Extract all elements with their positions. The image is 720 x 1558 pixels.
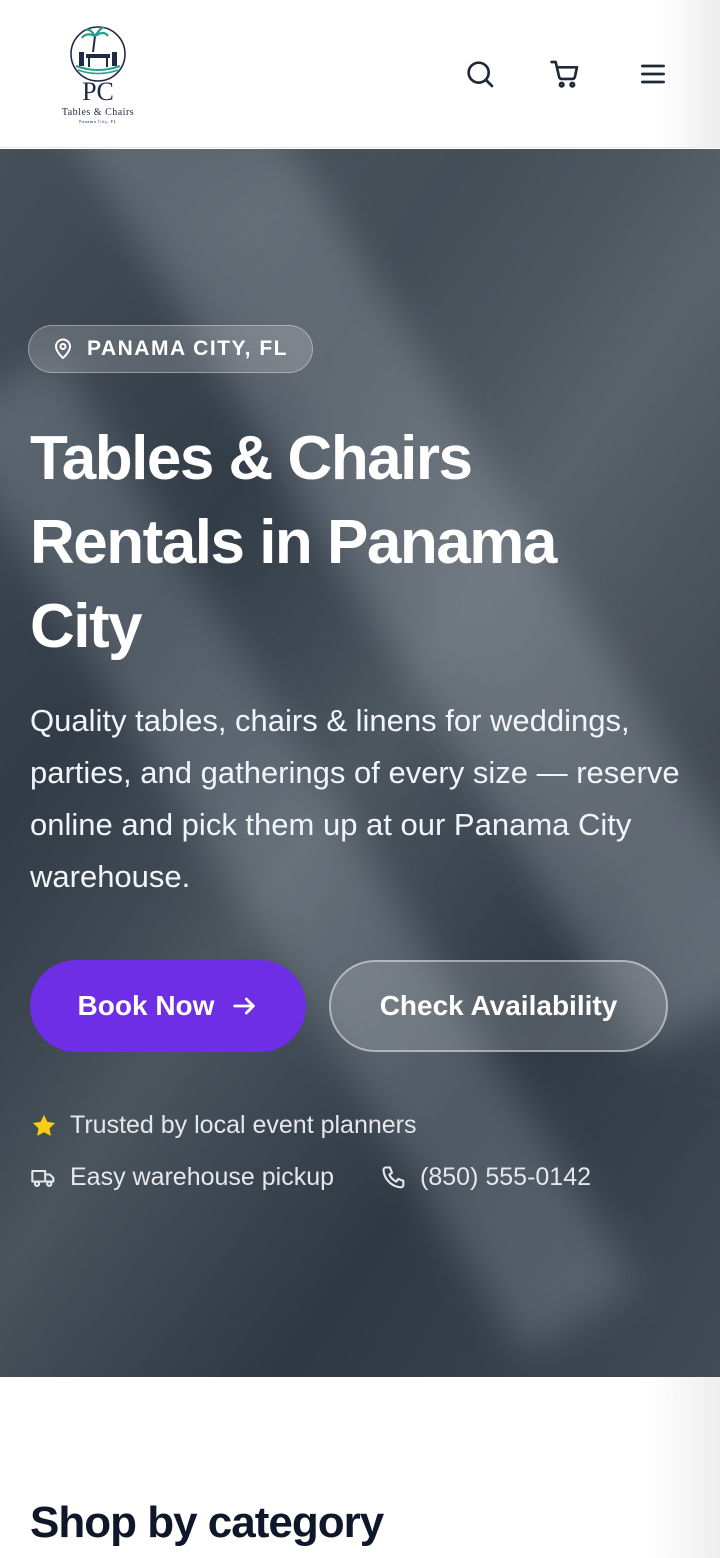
phone-link[interactable]: (850) 555-0142 xyxy=(380,1163,591,1192)
check-availability-button[interactable]: Check Availability xyxy=(329,960,668,1052)
trust-pickup-text: Easy warehouse pickup xyxy=(70,1163,335,1191)
hero-title: Tables & Chairs Rentals in Panama City xyxy=(30,424,557,661)
phone-icon xyxy=(382,1165,405,1188)
search-icon[interactable] xyxy=(460,54,500,94)
truck-icon xyxy=(31,1169,55,1187)
cart-icon[interactable] xyxy=(545,54,585,94)
logo-name: Tables & Chairs xyxy=(62,107,134,118)
brand-logo[interactable]: PC Tables & Chairs Panama City, FL xyxy=(46,22,150,126)
phone-number[interactable]: (850) 555-0142 xyxy=(420,1163,591,1192)
arrow-right-icon xyxy=(233,997,256,1015)
hero-section: PANAMA CITY, FL Tables & Chairs Rentals … xyxy=(0,149,720,1377)
trust-pickup-row: Easy warehouse pickup (850) 555-0142 xyxy=(30,1163,591,1192)
book-now-label: Book Now xyxy=(77,990,215,1021)
trust-planners-text: Trusted by local event planners xyxy=(70,1111,417,1139)
star-icon xyxy=(32,1114,56,1136)
edge-fade xyxy=(650,1377,720,1558)
check-availability-label: Check Availability xyxy=(379,990,618,1021)
site-header: PC Tables & Chairs Panama City, FL xyxy=(0,0,720,148)
location-badge-label: PANAMA CITY, FL xyxy=(87,337,288,360)
book-now-button[interactable]: Book Now xyxy=(30,960,306,1052)
map-pin-icon xyxy=(55,338,71,359)
logo-mark: PC Tables & Chairs Panama City, FL xyxy=(62,26,134,125)
menu-icon[interactable] xyxy=(633,54,673,94)
logo-location: Panama City, FL xyxy=(79,119,117,125)
trust-planners: Trusted by local event planners xyxy=(30,1111,416,1140)
shop-by-category-title: Shop by category xyxy=(30,1498,384,1547)
hero-subtitle: Quality tables, chairs & linens for wedd… xyxy=(30,703,680,894)
location-badge: PANAMA CITY, FL xyxy=(28,325,313,373)
logo-monogram: PC xyxy=(82,77,114,106)
